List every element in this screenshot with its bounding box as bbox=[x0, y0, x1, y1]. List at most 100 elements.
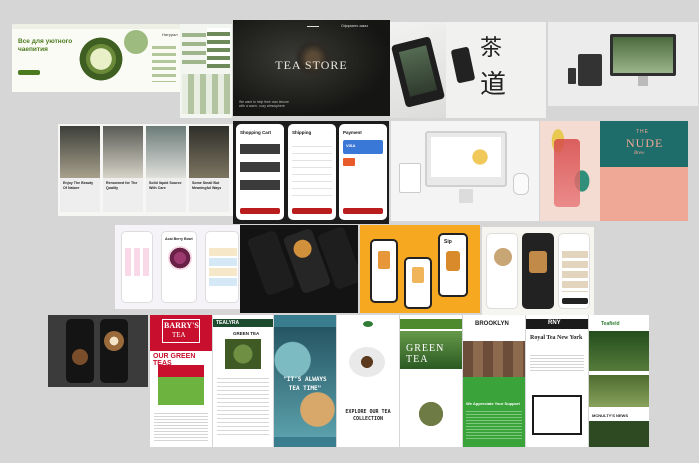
teafield-bottom-image bbox=[589, 421, 649, 447]
royal-brand: RNY bbox=[548, 320, 561, 326]
coffee-phone-2[interactable] bbox=[100, 319, 128, 383]
leaf-decoration bbox=[124, 30, 148, 54]
green-leaves-image bbox=[408, 395, 454, 433]
orange-app-tile[interactable]: Sip bbox=[360, 225, 480, 313]
orange-phone-1[interactable] bbox=[370, 239, 398, 303]
tealyra-tile[interactable]: TEALYRA GREEN TEA bbox=[213, 315, 273, 447]
shipping-form bbox=[292, 140, 332, 200]
tea-cards-tile[interactable]: Enjoy The Beauty Of Nature Renowned for … bbox=[58, 124, 233, 216]
royal-tea-tile[interactable]: RNY Royal Tea New York bbox=[526, 315, 588, 447]
nude-line1: THE bbox=[636, 129, 649, 135]
herbal-tea-site-tile[interactable]: Все для уютного чаепития Натурал bbox=[12, 24, 180, 92]
tealyra-brand: TEALYRA bbox=[216, 320, 240, 326]
tealyra-heading: GREEN TEA bbox=[233, 331, 260, 336]
barrys-tea-tile[interactable]: BARRY'S TEA OUR GREEN TEAS bbox=[150, 315, 212, 447]
card-4[interactable]: Some Small But Meaningful Ways bbox=[189, 126, 229, 212]
always-tea-tile[interactable]: "IT'S ALWAYS TEA TIME" bbox=[274, 315, 336, 447]
cart-checkout-button[interactable] bbox=[240, 208, 280, 214]
dark-app-tile[interactable] bbox=[240, 225, 358, 313]
light-list bbox=[562, 248, 588, 292]
shipping-screen[interactable]: Shipping bbox=[288, 124, 336, 220]
teafield-tile[interactable]: Teafield MCNULTY'S NEWS bbox=[589, 315, 649, 447]
dark-phone-image bbox=[291, 237, 315, 261]
orange-phone-2[interactable] bbox=[404, 257, 432, 309]
payment-pay-button[interactable] bbox=[343, 208, 383, 214]
card-3-image bbox=[146, 126, 186, 178]
barrys-brand: BARRY'S bbox=[164, 321, 199, 330]
sip-title: Sip bbox=[444, 239, 452, 245]
card-1-image bbox=[60, 126, 100, 178]
teafield-hero-2 bbox=[589, 375, 649, 407]
cart-items bbox=[240, 140, 280, 196]
card-3[interactable]: Solid liquid Source With Care bbox=[146, 126, 186, 212]
imac-screen-content bbox=[431, 137, 501, 177]
checkout-screens-tile[interactable]: Shopping Cart Shipping Payment VISA bbox=[233, 121, 389, 224]
light-phone-1[interactable] bbox=[486, 233, 518, 309]
imac-stand bbox=[459, 189, 473, 203]
barrys-text-block bbox=[154, 411, 208, 441]
payment-card-visa[interactable]: VISA bbox=[343, 140, 383, 154]
tea-jar bbox=[554, 139, 580, 207]
card-2-caption: Renowned for The Quality bbox=[106, 181, 138, 190]
screen-a bbox=[182, 28, 206, 68]
berry-phone-3[interactable] bbox=[205, 231, 239, 303]
card-2[interactable]: Renowned for The Quality bbox=[103, 126, 143, 212]
dark-coffee-tile[interactable] bbox=[48, 315, 148, 387]
royal-logo-monogram bbox=[532, 395, 582, 435]
berry-app-tile[interactable]: Acai Berry Bowl bbox=[115, 225, 245, 309]
top-menu-link[interactable]: Оформить заказ bbox=[341, 24, 368, 28]
product-list-strip bbox=[152, 42, 176, 82]
cta-button[interactable] bbox=[18, 70, 40, 75]
card-1-caption: Enjoy The Beauty Of Nature bbox=[63, 181, 94, 190]
coffee-phone-1[interactable] bbox=[66, 319, 94, 383]
light-phone-3[interactable] bbox=[558, 233, 590, 309]
brooklyn-body-text bbox=[466, 409, 522, 439]
monitor-stand bbox=[638, 76, 648, 86]
card-2-image bbox=[103, 126, 143, 178]
screen-b bbox=[207, 28, 230, 68]
payment-title: Payment bbox=[343, 130, 362, 135]
card-4-image bbox=[189, 126, 229, 178]
site-nav-bar bbox=[12, 24, 180, 29]
light-tea-app-tile[interactable] bbox=[482, 227, 594, 315]
card-1[interactable]: Enjoy The Beauty Of Nature bbox=[60, 126, 100, 212]
cart-screen[interactable]: Shopping Cart bbox=[236, 124, 284, 220]
green-tea-banner-tile[interactable]: GREEN TEA bbox=[400, 315, 462, 447]
explore-collection-tile[interactable]: EXPLORE OUR TEA COLLECTION bbox=[337, 315, 399, 447]
brooklyn-photo bbox=[463, 341, 525, 377]
tablet-side bbox=[399, 163, 421, 193]
light-phone-2[interactable] bbox=[522, 233, 554, 309]
explore-cup-image bbox=[349, 347, 385, 377]
site-headline: Все для уютного чаепития bbox=[18, 38, 73, 53]
berry-phone-2[interactable]: Acai Berry Bowl bbox=[161, 231, 197, 303]
speaker-device bbox=[513, 173, 529, 195]
brooklyn-brand: BROOKLYN bbox=[475, 321, 509, 327]
teafield-brand: Teafield bbox=[601, 321, 620, 327]
berry-bowl-image bbox=[168, 246, 192, 270]
brooklyn-tile[interactable]: BROOKLYN We Appreciate Your Support bbox=[463, 315, 525, 447]
teafield-hero bbox=[589, 331, 649, 371]
shipping-next-button[interactable] bbox=[292, 208, 332, 214]
tea-store-tile[interactable]: Оформить заказ TEA STORE We want to help… bbox=[233, 20, 390, 116]
brooklyn-header bbox=[463, 315, 525, 341]
always-text: "IT'S ALWAYS TEA TIME" bbox=[283, 376, 327, 392]
calligraphy-tile: 茶 道 bbox=[446, 22, 546, 118]
store-tagline: We want to help their own leisure with a… bbox=[239, 100, 289, 108]
product-grid-tile[interactable] bbox=[180, 24, 232, 118]
payment-screen[interactable]: Payment VISA bbox=[339, 124, 387, 220]
desktop-screen bbox=[613, 37, 673, 73]
calligraphy-top-glyph: 茶 bbox=[480, 35, 503, 60]
payment-card-master[interactable] bbox=[343, 158, 355, 166]
cart-title: Shopping Cart bbox=[240, 130, 271, 135]
royal-text bbox=[530, 353, 584, 373]
explore-text: EXPLORE OUR TEA COLLECTION bbox=[345, 409, 391, 422]
store-title: TEA STORE bbox=[275, 58, 348, 72]
tablet-mockup-tile bbox=[390, 22, 446, 118]
berry-phone-1[interactable] bbox=[121, 231, 153, 303]
tealyra-product-img bbox=[225, 339, 261, 369]
light-buy-button[interactable] bbox=[562, 298, 588, 304]
orange-drink-2 bbox=[412, 267, 424, 283]
card-4-caption: Some Small But Meaningful Ways bbox=[192, 181, 222, 190]
orange-phone-3[interactable]: Sip bbox=[438, 233, 468, 297]
nude-line2: NUDE bbox=[626, 136, 664, 150]
